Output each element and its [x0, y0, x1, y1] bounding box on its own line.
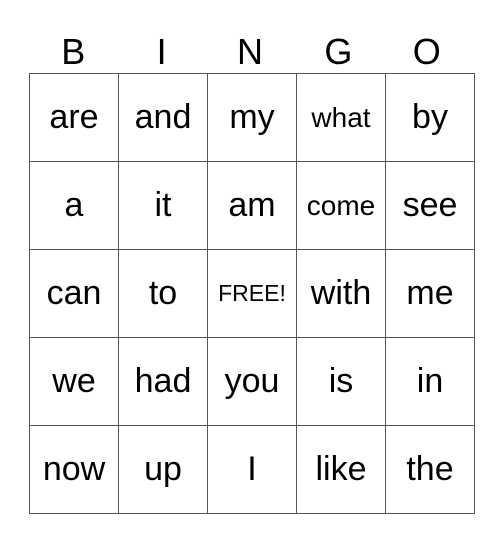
- bingo-cell[interactable]: my: [207, 73, 297, 162]
- bingo-cell[interactable]: you: [207, 337, 297, 426]
- bingo-cell[interactable]: and: [118, 73, 208, 162]
- bingo-cell[interactable]: are: [29, 73, 119, 162]
- bingo-cell[interactable]: a: [29, 161, 119, 250]
- free-space-cell[interactable]: FREE!: [207, 249, 297, 338]
- bingo-cell[interactable]: me: [385, 249, 475, 338]
- bingo-cell[interactable]: to: [118, 249, 208, 338]
- header-letter-b: B: [61, 31, 86, 72]
- header-letter-g: G: [324, 31, 353, 72]
- bingo-cell[interactable]: like: [296, 425, 386, 514]
- bingo-cell[interactable]: with: [296, 249, 386, 338]
- bingo-cell[interactable]: the: [385, 425, 475, 514]
- bingo-cell[interactable]: now: [29, 425, 119, 514]
- bingo-cell[interactable]: in: [385, 337, 475, 426]
- bingo-cell[interactable]: am: [207, 161, 297, 250]
- board-row: can to FREE! with me: [29, 249, 475, 338]
- board-row: a it am come see: [29, 161, 475, 250]
- bingo-cell[interactable]: it: [118, 161, 208, 250]
- bingo-cell[interactable]: up: [118, 425, 208, 514]
- header-letter-i: I: [156, 31, 167, 72]
- board-row: now up I like the: [29, 425, 475, 514]
- bingo-header: B I N G O: [29, 30, 471, 74]
- bingo-cell[interactable]: come: [296, 161, 386, 250]
- bingo-cell[interactable]: can: [29, 249, 119, 338]
- bingo-cell[interactable]: is: [296, 337, 386, 426]
- bingo-board: are and my what by a it am come see can …: [29, 73, 475, 514]
- bingo-cell[interactable]: what: [296, 73, 386, 162]
- bingo-cell[interactable]: I: [207, 425, 297, 514]
- header-letter-n: N: [236, 31, 263, 72]
- bingo-cell[interactable]: had: [118, 337, 208, 426]
- board-row: are and my what by: [29, 73, 475, 162]
- bingo-cell[interactable]: see: [385, 161, 475, 250]
- board-row: we had you is in: [29, 337, 475, 426]
- bingo-cell[interactable]: we: [29, 337, 119, 426]
- bingo-cell[interactable]: by: [385, 73, 475, 162]
- header-letter-o: O: [412, 31, 441, 72]
